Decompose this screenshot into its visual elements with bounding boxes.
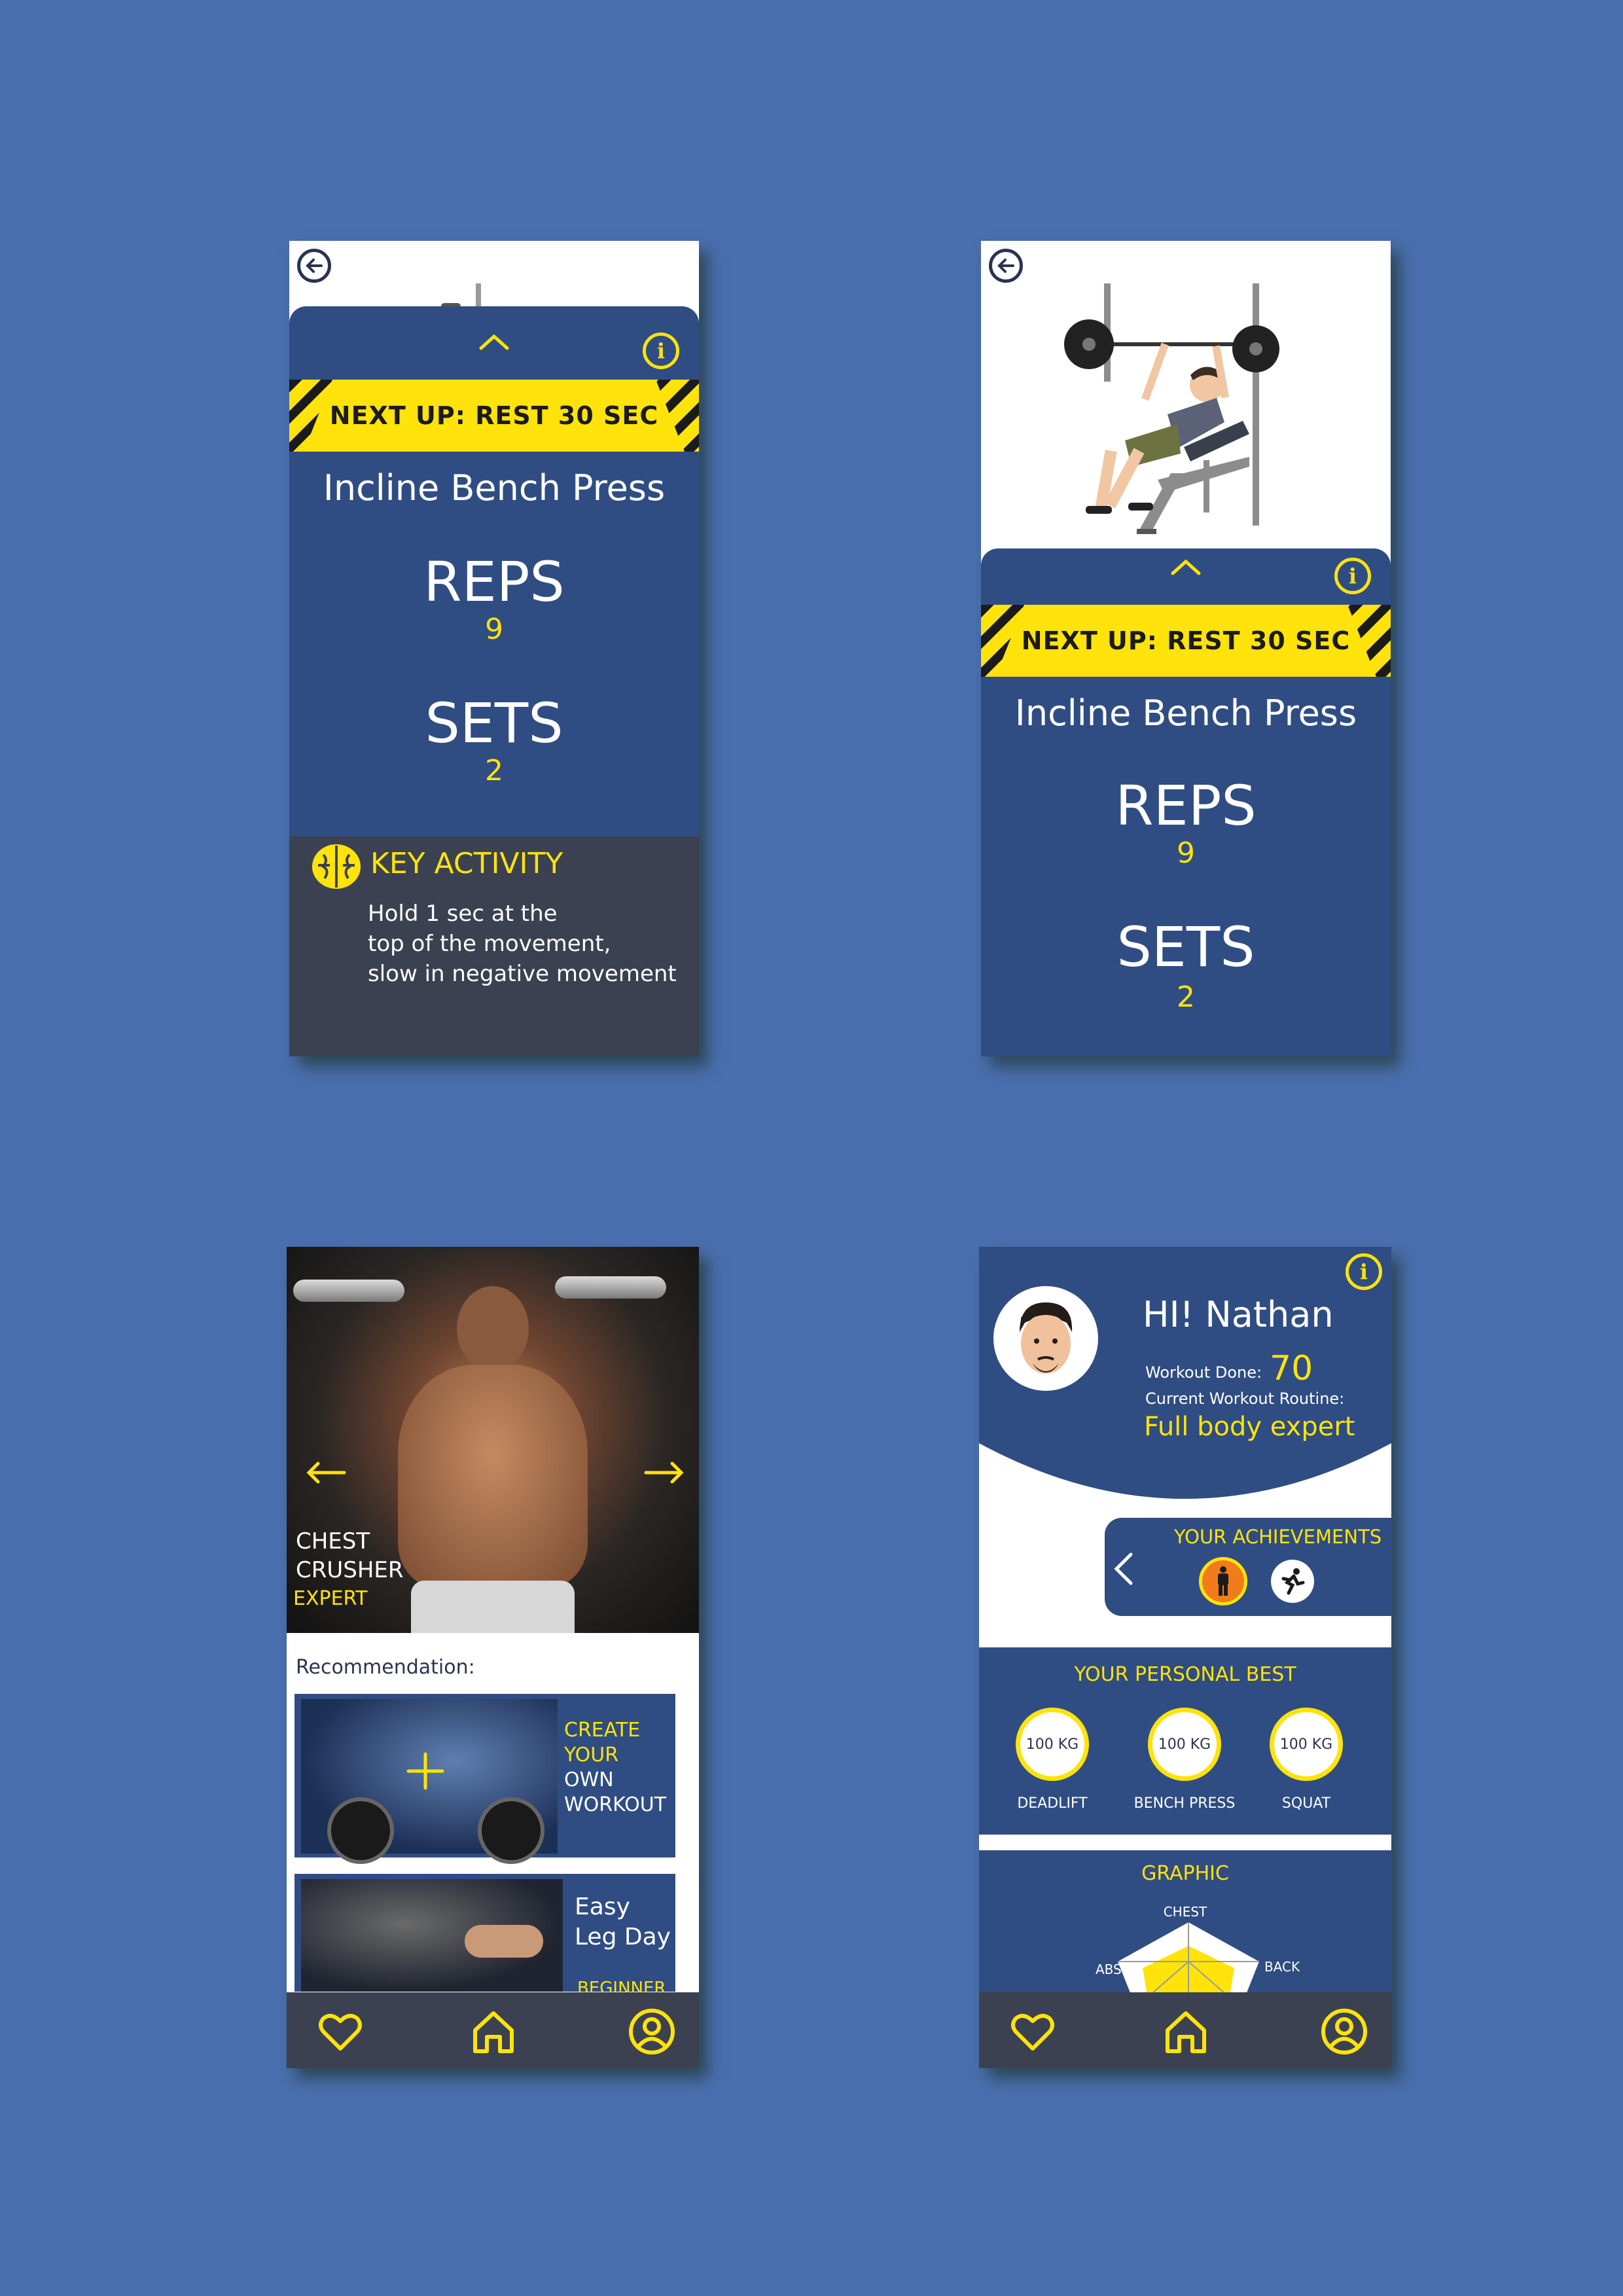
achievement-badge-standing[interactable] [1199,1557,1247,1605]
personal-best-title: YOUR PERSONAL BEST [1074,1663,1296,1686]
person-standing-icon [1218,1566,1228,1596]
workout-done-label: Workout Done: [1145,1363,1262,1382]
home-screen: CHEST CRUSHER EXPERT Recommendation: CRE… [287,1247,699,2068]
key-activity-panel: KEY ACTIVITY Hold 1 sec at the top of th… [289,836,699,1056]
profile-screen: i HI! Nathan Workout Done: 70 Current Wo… [979,1247,1391,2068]
rack-fragment [476,283,481,310]
exercise-panel: i NEXT UP: REST 30 SEC Incline Bench Pre… [981,548,1391,1056]
key-activity-line-2: top of the movement, [368,931,611,957]
bench-press-illustration [1064,283,1279,534]
athlete-shorts [411,1581,575,1633]
graphic-panel: GRAPHIC CHEST ABS BACK [979,1850,1391,2007]
hero-title-line-2: CRUSHER [296,1557,404,1583]
heart-icon[interactable] [1009,2008,1056,2055]
bottom-navigation [979,1992,1391,2068]
exercise-panel: i NEXT UP: REST 30 SEC Incline Bench Pre… [289,306,699,836]
athlete-torso [398,1365,588,1587]
workout-screen-expanded: i NEXT UP: REST 30 SEC Incline Bench Pre… [289,241,699,1056]
heart-icon[interactable] [317,2008,364,2055]
create-workout-line-2: YOUR [564,1744,619,1767]
user-profile-icon[interactable] [628,2008,675,2055]
weight-plate [327,1797,394,1864]
reps-value: 9 [1177,836,1195,870]
achievements-panel: YOUR ACHIEVEMENTS [1105,1518,1391,1616]
sets-value: 2 [1177,980,1195,1014]
machine-handle-right [555,1276,666,1299]
user-profile-icon[interactable] [1321,2008,1368,2055]
create-workout-card[interactable]: CREATE YOUR OWN WORKOUT [294,1694,675,1864]
bench-press-label: BENCH PRESS [1133,1795,1236,1812]
chevron-up-icon[interactable] [477,331,511,351]
squat-label: SQUAT [1281,1795,1331,1812]
personal-best-panel: YOUR PERSONAL BEST 100 KG 100 KG 100 KG … [979,1647,1391,1835]
avatar-illustration [995,1287,1097,1390]
key-activity-title: KEY ACTIVITY [370,847,563,880]
machine-handle-left [293,1280,404,1302]
workout-done-value: 70 [1270,1349,1313,1388]
reps-value: 9 [485,613,503,646]
arrow-right-icon[interactable] [643,1460,685,1486]
arrow-left-icon [997,259,1014,273]
achievement-badge-running[interactable] [1271,1560,1314,1603]
info-icon[interactable]: i [1334,558,1371,594]
workout-screen-collapsed: i NEXT UP: REST 30 SEC Incline Bench Pre… [981,241,1391,1056]
recommendation-label: Recommendation: [296,1656,475,1679]
create-workout-line-1: CREATE [564,1719,641,1742]
radar-label-back: BACK [1264,1959,1300,1975]
deadlift-label: DEADLIFT [1017,1795,1088,1812]
sets-value: 2 [485,754,503,787]
easy-leg-day-card[interactable]: Easy Leg Day BEGINNER [294,1874,675,1998]
next-up-banner: NEXT UP: REST 30 SEC [289,380,699,452]
back-button[interactable] [989,249,1023,283]
sets-label: SETS [425,691,563,755]
hero-image[interactable]: CHEST CRUSHER EXPERT [287,1247,699,1633]
next-up-text: NEXT UP: REST 30 SEC [329,401,659,430]
arrow-left-icon [306,259,323,273]
deadlift-value-circle[interactable]: 100 KG [1016,1708,1089,1781]
home-icon[interactable] [470,2008,517,2055]
plus-icon[interactable] [406,1751,445,1791]
next-up-text: NEXT UP: REST 30 SEC [1021,626,1351,655]
athlete-head [457,1286,529,1371]
deadlift-value: 100 KG [1026,1736,1079,1753]
routine-value: Full body expert [1144,1412,1355,1442]
back-button[interactable] [297,249,331,283]
brain-icon [312,844,361,889]
radar-label-chest: CHEST [1163,1904,1207,1920]
leg-day-image [301,1879,563,1992]
next-up-banner: NEXT UP: REST 30 SEC [981,605,1391,677]
weight-plate [478,1797,544,1864]
squat-value: 100 KG [1279,1736,1333,1753]
achievements-title: YOUR ACHIEVEMENTS [1174,1526,1382,1548]
home-icon[interactable] [1162,2008,1209,2055]
routine-label: Current Workout Routine: [1145,1390,1345,1408]
bottom-navigation [287,1992,699,2068]
key-activity-line-1: Hold 1 sec at the [368,901,558,927]
leg-day-title-line-1: Easy [575,1893,630,1920]
arrow-left-icon[interactable] [305,1460,347,1486]
bench-press-value-circle[interactable]: 100 KG [1148,1708,1221,1781]
create-workout-line-3: OWN [564,1768,614,1791]
key-activity-line-3: slow in negative movement [368,961,677,987]
hero-level: EXPERT [293,1587,368,1610]
greeting: HI! Nathan [1143,1294,1334,1335]
exercise-name: Incline Bench Press [1014,692,1357,734]
chevron-up-icon[interactable] [1169,556,1203,576]
sets-label: SETS [1116,915,1255,979]
graphic-title: GRAPHIC [1141,1862,1229,1885]
hero-title-line-1: CHEST [296,1528,370,1554]
squat-value-circle[interactable]: 100 KG [1270,1708,1343,1781]
info-icon[interactable]: i [1346,1253,1382,1290]
bench-press-value: 100 KG [1158,1736,1211,1753]
reps-label: REPS [1115,774,1257,838]
create-workout-line-4: WORKOUT [564,1793,667,1816]
leg-day-title-line-2: Leg Day [575,1924,671,1950]
reps-label: REPS [423,550,565,614]
person-running-icon [1281,1568,1305,1595]
info-icon[interactable]: i [643,332,679,369]
avatar[interactable] [993,1286,1098,1391]
exercise-name: Incline Bench Press [323,467,666,509]
athlete-figure [465,1925,543,1958]
chevron-left-icon[interactable] [1111,1551,1135,1587]
